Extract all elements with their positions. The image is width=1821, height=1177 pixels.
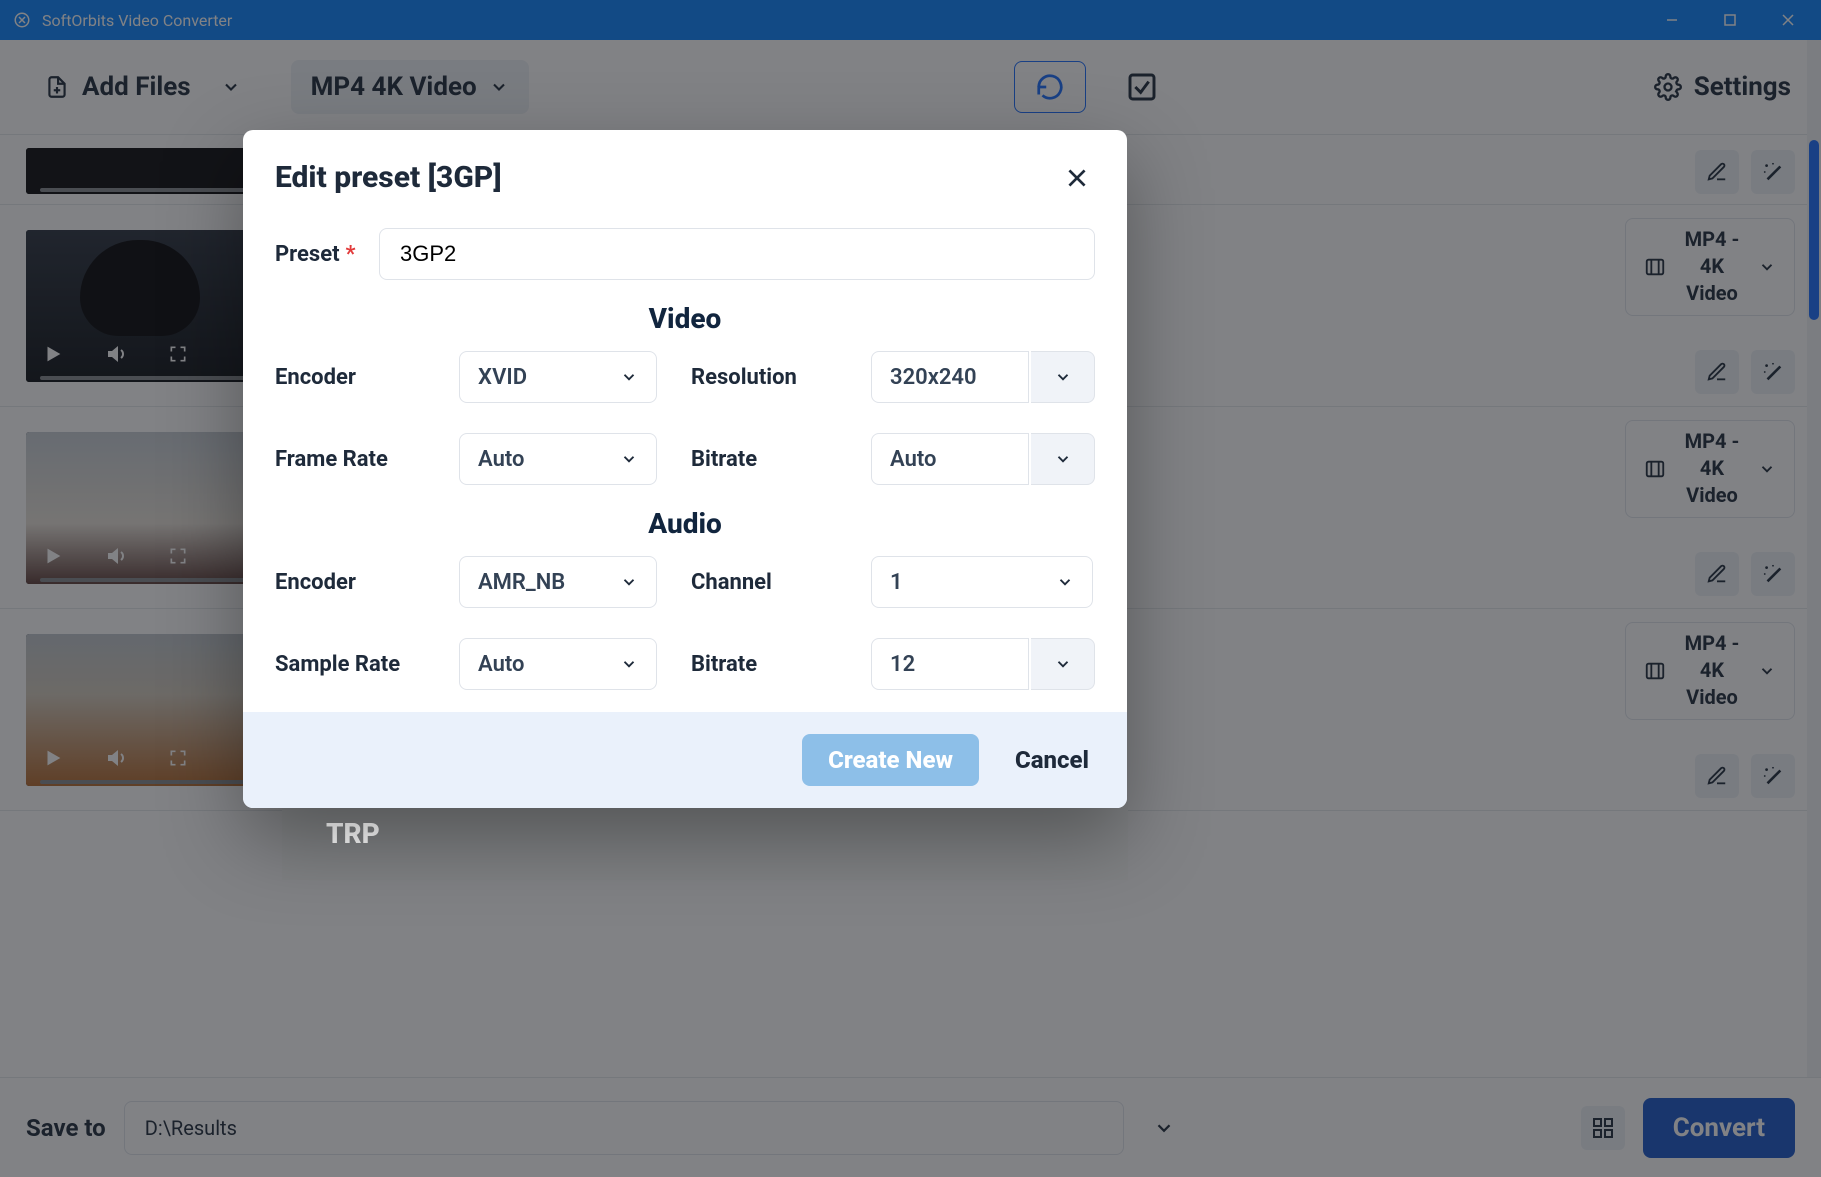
video-bitrate-label: Bitrate — [657, 447, 871, 472]
create-new-label: Create New — [828, 746, 953, 774]
preset-name-input[interactable] — [379, 228, 1095, 280]
audio-encoder-label: Encoder — [275, 570, 459, 595]
video-encoder-select[interactable]: XVID — [459, 351, 657, 403]
video-resolution-select[interactable]: 320x240 — [871, 351, 1029, 403]
cancel-label: Cancel — [1015, 746, 1089, 774]
video-resolution-expand-button[interactable] — [1031, 351, 1095, 403]
chevron-down-icon — [620, 368, 638, 386]
audio-samplerate-value: Auto — [478, 652, 524, 677]
chevron-down-icon — [620, 450, 638, 468]
video-bitrate-expand-button[interactable] — [1031, 433, 1095, 485]
audio-encoder-select[interactable]: AMR_NB — [459, 556, 657, 608]
dialog-title: Edit preset [3GP] — [275, 160, 502, 195]
format-list-item-label: TRP — [326, 817, 380, 850]
video-bitrate-select[interactable]: Auto — [871, 433, 1029, 485]
video-section-title: Video — [275, 302, 1095, 335]
create-new-button[interactable]: Create New — [802, 734, 979, 786]
audio-channel-value: 1 — [890, 570, 903, 595]
chevron-down-icon — [620, 573, 638, 591]
audio-bitrate-expand-button[interactable] — [1031, 638, 1095, 690]
edit-preset-dialog: Edit preset [3GP] Preset* Video Encoder … — [243, 130, 1127, 808]
audio-bitrate-label: Bitrate — [657, 652, 871, 677]
audio-channel-select[interactable]: 1 — [871, 556, 1093, 608]
video-encoder-value: XVID — [478, 365, 527, 390]
dialog-close-button[interactable] — [1059, 160, 1095, 196]
audio-encoder-value: AMR_NB — [478, 570, 565, 595]
video-framerate-value: Auto — [478, 447, 524, 472]
chevron-down-icon — [1056, 573, 1074, 591]
audio-bitrate-select[interactable]: 12 — [871, 638, 1029, 690]
chevron-down-icon — [620, 655, 638, 673]
audio-samplerate-select[interactable]: Auto — [459, 638, 657, 690]
audio-bitrate-value: 12 — [890, 652, 915, 677]
video-framerate-select[interactable]: Auto — [459, 433, 657, 485]
video-encoder-label: Encoder — [275, 365, 459, 390]
video-framerate-label: Frame Rate — [275, 447, 459, 472]
audio-section-title: Audio — [275, 507, 1095, 540]
video-resolution-label: Resolution — [657, 365, 871, 390]
video-resolution-value: 320x240 — [890, 365, 977, 390]
audio-channel-label: Channel — [657, 570, 871, 595]
preset-name-label: Preset* — [275, 242, 359, 267]
video-bitrate-value: Auto — [890, 447, 936, 472]
cancel-button[interactable]: Cancel — [1015, 746, 1089, 774]
audio-samplerate-label: Sample Rate — [275, 652, 459, 677]
